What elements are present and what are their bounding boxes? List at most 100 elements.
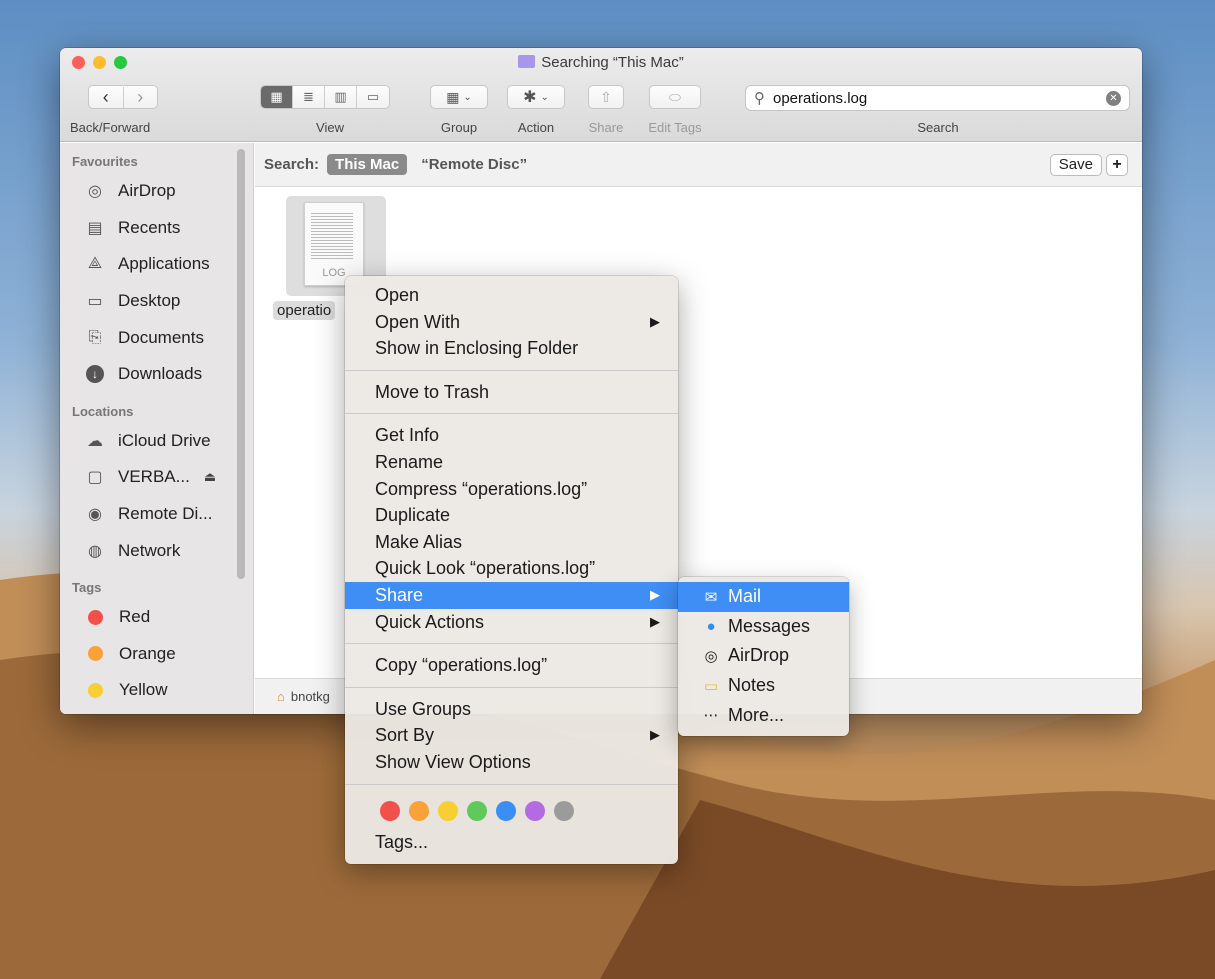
menu-item-use-groups[interactable]: Use Groups <box>345 696 678 723</box>
search-scope-prefix: Search: <box>264 156 320 173</box>
menu-item-sort-by[interactable]: Sort By ▶ <box>345 722 678 749</box>
forward-button[interactable]: › <box>124 87 158 108</box>
menu-item-get-info[interactable]: Get Info <box>345 422 678 449</box>
sidebar-tag-red[interactable]: Red <box>60 599 253 636</box>
sidebar-tag-orange[interactable]: Orange <box>60 636 253 673</box>
eject-icon[interactable]: ⏏ <box>204 469 216 485</box>
more-icon: ⋯ <box>703 707 719 725</box>
group-button[interactable]: ▦ ⌄ <box>430 85 488 109</box>
clear-search-icon[interactable]: ✕ <box>1106 90 1121 106</box>
add-criteria-button[interactable]: + <box>1106 154 1128 176</box>
tag-red-icon[interactable] <box>380 800 400 821</box>
path-item[interactable]: bnotkg <box>291 689 330 704</box>
share-item-mail[interactable]: ✉ Mail <box>678 582 849 612</box>
toolbar: Searching “This Mac” ‹ › Back/Forward ▦ … <box>60 48 1142 142</box>
sidebar-item-applications[interactable]: ⟁ Applications <box>60 246 253 283</box>
back-forward-label: Back/Forward <box>70 120 151 135</box>
yellow-tag-icon <box>88 682 103 698</box>
share-item-messages[interactable]: ● Messages <box>678 612 849 642</box>
submenu-arrow-icon: ▶ <box>650 613 660 629</box>
tag-gray-icon[interactable] <box>554 800 574 821</box>
sidebar-item-remote-disc[interactable]: ◉ Remote Di... <box>60 496 253 533</box>
tag-green-icon[interactable] <box>467 800 487 821</box>
search-input[interactable]: operations.log <box>773 90 867 107</box>
edit-tags-button[interactable]: ⬭ <box>649 85 701 109</box>
gallery-view-icon[interactable]: ▭ <box>357 86 389 108</box>
tag-blue-icon[interactable] <box>496 800 516 821</box>
drive-icon: ▢ <box>87 469 103 487</box>
menu-item-show-view-options[interactable]: Show View Options <box>345 749 678 776</box>
search-scope-bar: Search: This Mac “Remote Disc” Save + <box>255 143 1142 187</box>
menu-item-duplicate[interactable]: Duplicate <box>345 502 678 529</box>
recents-icon: ▤ <box>87 219 103 237</box>
disc-icon: ◉ <box>88 506 102 524</box>
tag-orange-icon[interactable] <box>409 800 429 821</box>
search-field[interactable]: ⚲ operations.log ✕ <box>745 85 1130 111</box>
share-label: Share <box>588 120 624 135</box>
tag-purple-icon[interactable] <box>525 800 545 821</box>
search-icon: ⚲ <box>754 90 765 107</box>
menu-item-show-enclosing[interactable]: Show in Enclosing Folder <box>345 335 678 362</box>
action-button[interactable]: ✱ ⌄ <box>507 85 565 109</box>
tag-yellow-icon[interactable] <box>438 800 458 821</box>
menu-item-open-with[interactable]: Open With ▶ <box>345 309 678 336</box>
sidebar-item-recents[interactable]: ▤ Recents <box>60 210 253 247</box>
sidebar: Favourites ◎ AirDrop ▤ Recents ⟁ Applicatio… <box>60 143 254 714</box>
share-submenu: ✉ Mail ● Messages ◎ AirDrop ▭ Notes ⋯ More... <box>678 577 849 736</box>
sidebar-item-icloud[interactable]: ☁ iCloud Drive <box>60 423 253 460</box>
view-label: View <box>316 120 344 135</box>
submenu-arrow-icon: ▶ <box>650 727 660 743</box>
menu-item-move-to-trash[interactable]: Move to Trash <box>345 379 678 406</box>
sidebar-item-verba[interactable]: ▢ VERBA... ⏏ <box>60 459 253 496</box>
favourites-header: Favourites <box>72 154 138 169</box>
column-view-icon[interactable]: ▥ <box>325 86 357 108</box>
desktop-icon: ▭ <box>87 293 103 311</box>
menu-item-quick-actions[interactable]: Quick Actions ▶ <box>345 609 678 636</box>
save-search-button[interactable]: Save <box>1049 154 1102 176</box>
log-file-icon: LOG <box>304 202 364 286</box>
file-name[interactable]: operatio <box>273 301 336 320</box>
scope-this-mac[interactable]: This Mac <box>327 154 408 175</box>
share-item-notes[interactable]: ▭ Notes <box>678 671 849 701</box>
share-button[interactable]: ⇧ <box>588 85 624 109</box>
orange-tag-icon <box>88 646 103 662</box>
menu-item-share[interactable]: Share ▶ <box>345 581 678 609</box>
edit-tags-label: Edit Tags <box>648 120 702 135</box>
menu-item-compress[interactable]: Compress “operations.log” <box>345 476 678 503</box>
share-item-airdrop[interactable]: ◎ AirDrop <box>678 641 849 671</box>
menu-item-make-alias[interactable]: Make Alias <box>345 529 678 556</box>
list-view-icon[interactable]: ≣ <box>293 86 325 108</box>
messages-icon: ● <box>706 617 716 635</box>
menu-separator <box>345 413 678 415</box>
sidebar-item-documents[interactable]: ⎘ Documents <box>60 319 253 356</box>
submenu-arrow-icon: ▶ <box>650 586 660 602</box>
menu-item-rename[interactable]: Rename <box>345 449 678 476</box>
sidebar-item-desktop[interactable]: ▭ Desktop <box>60 283 253 320</box>
menu-separator <box>345 369 678 371</box>
documents-icon: ⎘ <box>88 328 102 346</box>
share-item-more[interactable]: ⋯ More... <box>678 700 849 730</box>
sidebar-item-network[interactable]: ◍ Network <box>60 532 253 569</box>
globe-icon: ◍ <box>88 542 102 560</box>
view-segmented-control: ▦ ≣ ▥ ▭ <box>260 85 390 109</box>
sidebar-item-downloads[interactable]: ↓ Downloads <box>60 356 253 393</box>
menu-item-copy[interactable]: Copy “operations.log” <box>345 652 678 679</box>
context-menu: Open Open With ▶ Show in Enclosing Folder… <box>345 276 678 864</box>
sidebar-item-airdrop[interactable]: ◎ AirDrop <box>60 173 253 210</box>
icon-view-icon[interactable]: ▦ <box>261 86 293 108</box>
menu-item-open[interactable]: Open <box>345 282 678 309</box>
menu-item-tags[interactable]: Tags... <box>345 829 678 856</box>
chevron-down-icon: ⌄ <box>540 91 549 103</box>
back-button[interactable]: ‹ <box>89 86 124 108</box>
airdrop-icon: ◎ <box>704 647 718 665</box>
sidebar-scrollbar[interactable] <box>237 149 245 579</box>
scope-remote-disc[interactable]: “Remote Disc” <box>421 156 527 173</box>
sidebar-tag-yellow[interactable]: Yellow <box>60 672 253 709</box>
menu-item-quick-look[interactable]: Quick Look “operations.log” <box>345 555 678 582</box>
group-label: Group <box>440 120 478 135</box>
home-icon: ⌂ <box>277 689 285 704</box>
search-label: Search <box>917 120 959 135</box>
cloud-icon: ☁ <box>87 432 103 450</box>
notes-icon: ▭ <box>703 677 719 695</box>
tags-header: Tags <box>72 579 102 595</box>
